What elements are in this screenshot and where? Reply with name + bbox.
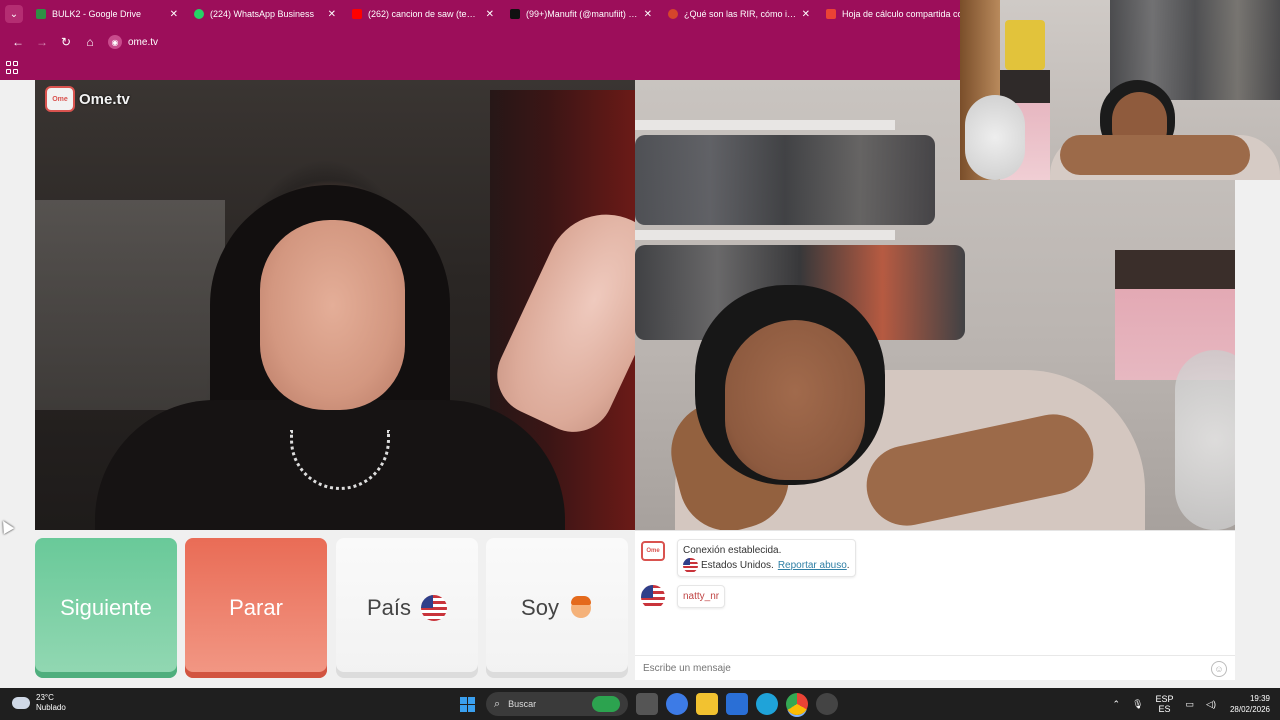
network-icon[interactable]: ▭ [1186, 699, 1195, 709]
gender-button-label: Soy [521, 595, 559, 620]
us-flag-icon [683, 558, 698, 573]
gmail-icon [826, 9, 836, 19]
url-field[interactable]: ◉ ome.tv [108, 35, 158, 49]
site-info-icon[interactable]: ◉ [108, 35, 122, 49]
us-flag-avatar-icon [641, 585, 665, 609]
ometv-logo: Ome Ome.tv [45, 86, 130, 112]
next-button-label: Siguiente [60, 595, 152, 620]
tab-google-drive[interactable]: BULK2 - Google Drive ✕ [28, 0, 186, 28]
stranger-video: Ome Ome.tv [35, 80, 635, 530]
tab-title: ¿Qué son las RIR, cómo implem [684, 9, 798, 19]
close-icon[interactable]: ✕ [328, 9, 336, 20]
system-tray: ⌃ 🎙 ESP ES ▭ ◁) 19:39 28/02/2026 [1107, 692, 1270, 716]
lang-top: ESP [1155, 694, 1174, 704]
connection-text: Conexión establecida. [683, 545, 782, 556]
copilot-icon[interactable] [666, 693, 688, 715]
back-icon[interactable]: ← [6, 30, 30, 54]
edge-icon[interactable] [756, 693, 778, 715]
clock-date: 28/02/2026 [1229, 705, 1270, 714]
close-icon[interactable]: ✕ [802, 9, 810, 20]
user-message: natty_nr [641, 585, 726, 609]
app-icon[interactable] [816, 693, 838, 715]
webcam-overlay [960, 0, 1280, 180]
system-message: Ome Conexión establecida. Estados Unidos… [641, 539, 856, 577]
country-text: Estados Unidos. [701, 560, 774, 571]
report-abuse-link[interactable]: Reportar abuso [778, 558, 847, 573]
cloud-icon [12, 697, 30, 709]
lang-bottom: ES [1158, 704, 1171, 714]
message-input-bar: ☺ [635, 655, 1235, 681]
username-bubble: natty_nr [677, 585, 726, 608]
home-icon[interactable]: ⌂ [78, 30, 102, 54]
report-suffix: . [846, 560, 850, 571]
close-icon[interactable]: ✕ [486, 9, 494, 20]
task-view-icon[interactable] [636, 693, 658, 715]
chevron-up-icon[interactable]: ⌃ [1113, 699, 1121, 709]
mouse-cursor-icon [0, 517, 15, 535]
message-input[interactable] [643, 663, 1211, 674]
ometv-avatar-icon: Ome [641, 541, 665, 561]
chevron-down-icon: ⌄ [5, 5, 23, 23]
tab-title: (262) cancion de saw (tema ori [368, 9, 482, 19]
taskbar-apps: ⌕ Buscar [452, 692, 842, 716]
search-highlight-icon [592, 696, 620, 712]
tab-spreadsheet[interactable]: Hoja de cálculo compartida co [818, 0, 976, 28]
microphone-icon[interactable]: 🎙 [1132, 699, 1143, 709]
file-explorer-icon[interactable] [696, 693, 718, 715]
tv-icon: Ome [45, 86, 75, 112]
volume-icon[interactable]: ◁) [1206, 699, 1216, 709]
weather-temp: 23°C [36, 693, 54, 702]
clock[interactable]: 19:39 28/02/2026 [1230, 693, 1270, 715]
search-icon: ⌕ [494, 697, 501, 710]
logo-text: Ome.tv [79, 90, 130, 108]
microsoft-store-icon[interactable] [726, 693, 748, 715]
tab-whatsapp[interactable]: (224) WhatsApp Business ✕ [186, 0, 344, 28]
country-button-label: País [366, 595, 412, 620]
youtube-icon [352, 9, 362, 19]
chat-panel: Ome Conexión establecida. Estados Unidos… [635, 530, 1235, 680]
tab-youtube[interactable]: (262) cancion de saw (tema ori ✕ [344, 0, 502, 28]
tab-title: Hoja de cálculo compartida co [842, 9, 963, 19]
windows-start-icon[interactable] [456, 693, 478, 715]
close-icon[interactable]: ✕ [170, 9, 178, 20]
next-button[interactable]: Siguiente [35, 538, 177, 678]
tab-title: (224) WhatsApp Business [210, 9, 315, 19]
tab-title: (99+)Manufit (@manufiit) | Tik [526, 9, 640, 19]
taskbar-search[interactable]: ⌕ Buscar [486, 692, 628, 716]
clock-time: 19:39 [1249, 694, 1270, 703]
reload-icon[interactable]: ↻ [54, 30, 78, 54]
gender-button[interactable]: Soy [486, 538, 628, 678]
emoji-icon[interactable]: ☺ [1211, 660, 1227, 677]
tab-rir-article[interactable]: ¿Qué son las RIR, cómo implem ✕ [660, 0, 818, 28]
whatsapp-icon [194, 9, 204, 19]
forward-icon[interactable]: → [30, 30, 54, 54]
stop-button-label: Parar [229, 595, 283, 620]
close-icon[interactable]: ✕ [644, 9, 652, 20]
chrome-icon[interactable] [786, 693, 808, 715]
site-icon [668, 9, 678, 19]
windows-taskbar: 23°C Nublado ⌕ Buscar ⌃ 🎙 ESP ES ▭ ◁) 19… [0, 688, 1280, 720]
weather-widget[interactable]: 23°C Nublado [12, 693, 66, 713]
stop-button[interactable]: Parar [185, 538, 327, 678]
tab-tiktok[interactable]: (99+)Manufit (@manufiit) | Tik ✕ [502, 0, 660, 28]
weather-desc: Nublado [36, 703, 66, 712]
tiktok-icon [510, 9, 520, 19]
system-bubble: Conexión establecida. Estados Unidos. Re… [677, 539, 856, 577]
google-drive-icon [36, 9, 46, 19]
apps-grid-icon[interactable] [6, 61, 20, 75]
tab-title: BULK2 - Google Drive [52, 9, 142, 19]
boy-emoji-icon [569, 596, 593, 620]
country-button[interactable]: País [336, 538, 478, 678]
us-flag-icon [421, 595, 448, 621]
url-text: ome.tv [128, 36, 159, 48]
language-indicator[interactable]: ESP ES [1156, 694, 1174, 714]
search-label: Buscar [508, 699, 537, 709]
tab-search-button[interactable]: ⌄ [0, 0, 28, 28]
